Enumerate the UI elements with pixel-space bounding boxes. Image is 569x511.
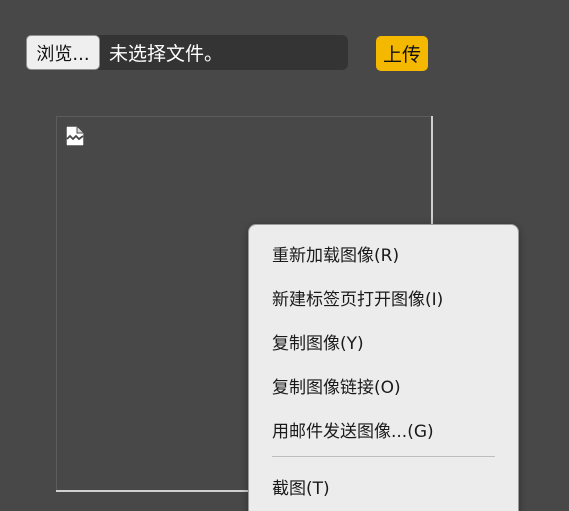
- page: 浏览... 未选择文件。 上传 重新加载图像(R) 新建标签页打开图像(I) 复…: [0, 0, 569, 511]
- menu-item-screenshot[interactable]: 截图(T): [272, 474, 330, 499]
- image-frame-edge: [431, 116, 433, 228]
- menu-item-copy-image[interactable]: 复制图像(Y): [272, 329, 364, 354]
- broken-image-icon: [66, 126, 84, 146]
- menu-item-copy-image-link[interactable]: 复制图像链接(O): [272, 373, 401, 398]
- menu-item-open-image-new-tab[interactable]: 新建标签页打开图像(I): [272, 285, 443, 310]
- file-input[interactable]: 浏览... 未选择文件。: [26, 35, 348, 70]
- menu-separator: [272, 456, 495, 457]
- upload-button[interactable]: 上传: [376, 36, 428, 71]
- file-status-text: 未选择文件。: [109, 43, 224, 65]
- menu-item-reload-image[interactable]: 重新加载图像(R): [272, 241, 399, 266]
- browse-button[interactable]: 浏览...: [26, 35, 100, 70]
- image-frame-edge: [56, 490, 256, 492]
- context-menu: 重新加载图像(R) 新建标签页打开图像(I) 复制图像(Y) 复制图像链接(O)…: [248, 224, 519, 511]
- menu-item-email-image[interactable]: 用邮件发送图像...(G): [272, 417, 434, 442]
